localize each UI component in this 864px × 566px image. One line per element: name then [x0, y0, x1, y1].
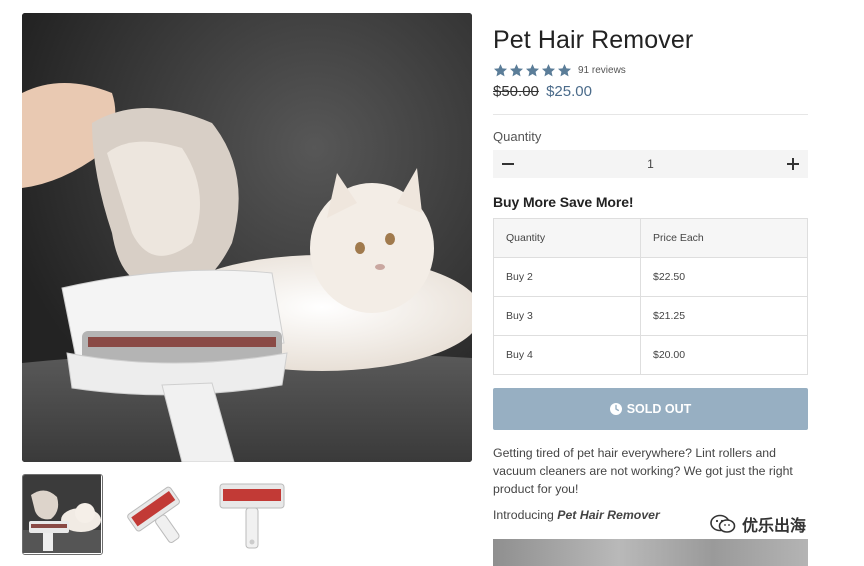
- price-row: $50.00 $25.00: [493, 82, 808, 102]
- table-row: Buy 4 $20.00: [493, 335, 808, 375]
- star-icon: [525, 64, 540, 77]
- table-header-row: Quantity Price Each: [493, 218, 808, 258]
- quantity-label: Quantity: [493, 129, 542, 144]
- sale-price: $25.00: [546, 83, 592, 100]
- compare-at-price: $50.00: [493, 83, 539, 100]
- sold-out-label: SOLD OUT: [626, 402, 692, 416]
- star-icon: [509, 64, 524, 77]
- table-row: Buy 3 $21.25: [493, 296, 808, 336]
- quantity-value[interactable]: 1: [647, 157, 654, 171]
- row-price: $20.00: [640, 335, 808, 375]
- quantity-stepper[interactable]: 1: [493, 150, 808, 178]
- thumbnail-strip: [22, 474, 293, 555]
- product-description: Getting tired of pet hair everywhere? Li…: [493, 446, 793, 496]
- row-price: $22.50: [640, 257, 808, 297]
- product-title: Pet Hair Remover: [493, 26, 694, 54]
- row-quantity: Buy 4: [493, 335, 641, 375]
- column-header-price: Price Each: [640, 218, 808, 258]
- thumbnail-1[interactable]: [22, 474, 103, 555]
- rating-row[interactable]: 91 reviews: [493, 63, 808, 78]
- watermark-text: 优乐出海: [742, 518, 807, 535]
- bulk-discount-title: Buy More Save More!: [493, 194, 634, 210]
- review-count[interactable]: 91 reviews: [578, 65, 626, 76]
- star-icon: [493, 64, 508, 77]
- intro-product-name: Pet Hair Remover: [557, 508, 660, 522]
- divider: [493, 114, 808, 115]
- star-icon: [541, 64, 556, 77]
- table-row: Buy 2 $22.50: [493, 257, 808, 297]
- plus-icon: [787, 158, 799, 170]
- main-product-image[interactable]: [22, 13, 472, 462]
- row-price: $21.25: [640, 296, 808, 336]
- watermark: 优乐出海: [710, 512, 806, 536]
- increase-quantity-button[interactable]: [786, 157, 800, 171]
- bulk-discount-table: Quantity Price Each Buy 2 $22.50 Buy 3 $…: [493, 218, 808, 375]
- product-video-preview[interactable]: [493, 539, 808, 566]
- thumbnail-2[interactable]: [117, 474, 198, 555]
- product-info: Pet Hair Remover 91 reviews $50.00 $25.0…: [493, 23, 808, 522]
- decrease-quantity-button[interactable]: [501, 157, 515, 171]
- star-rating: [493, 63, 572, 78]
- sold-out-button[interactable]: SOLD OUT: [493, 388, 808, 430]
- star-icon: [557, 64, 572, 77]
- clock-icon: [609, 403, 622, 415]
- column-header-quantity: Quantity: [493, 218, 641, 258]
- intro-prefix: Introducing: [493, 508, 558, 522]
- row-quantity: Buy 3: [493, 296, 641, 336]
- minus-icon: [502, 163, 514, 165]
- wechat-icon: [710, 514, 736, 533]
- thumbnail-3[interactable]: [212, 474, 293, 555]
- row-quantity: Buy 2: [493, 257, 641, 297]
